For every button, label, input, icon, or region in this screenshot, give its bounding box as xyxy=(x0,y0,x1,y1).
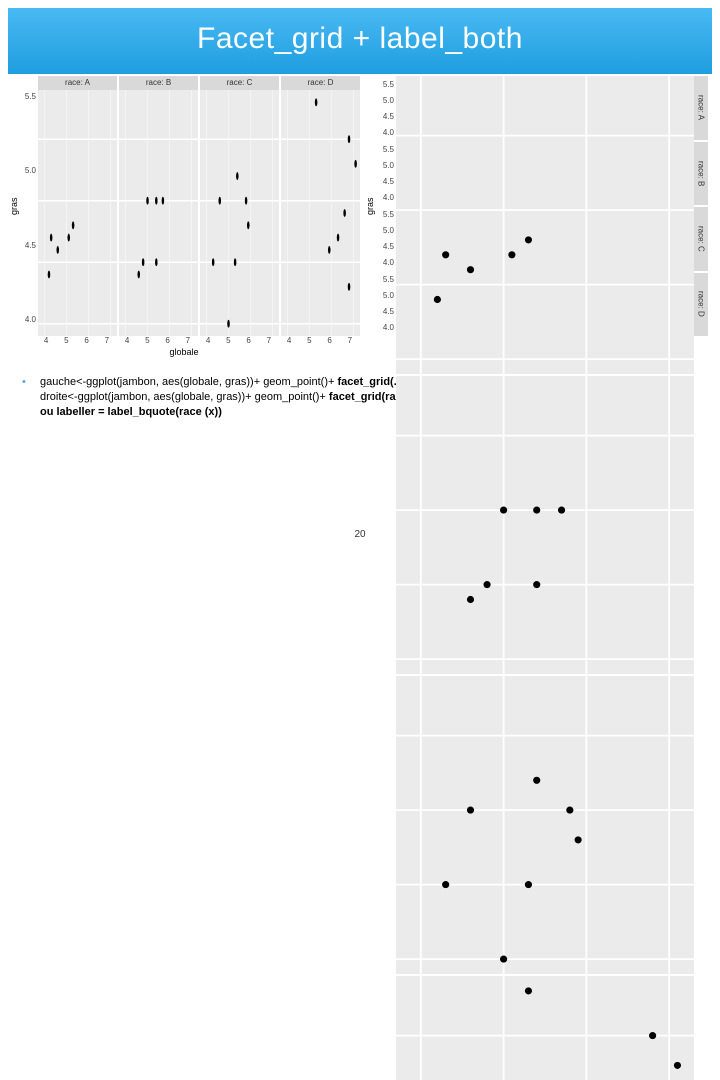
right-plot: gras 5.55.04.54.05.55.04.54.05.55.04.54.… xyxy=(364,76,708,357)
ytick: 5.0 xyxy=(20,166,36,175)
row-strip: race: C xyxy=(694,207,708,273)
ytick: 4.0 xyxy=(20,315,36,324)
left-plot: gras 5.5 5.0 4.5 4.0 race: A race: B rac… xyxy=(8,76,360,357)
left-ylabel: gras xyxy=(8,76,20,336)
right-yticks: 5.55.04.54.05.55.04.54.05.55.04.54.05.55… xyxy=(376,76,396,336)
col-strip: race: A xyxy=(38,76,119,90)
left-xticks: 4567456745674567 xyxy=(36,336,360,345)
code-line: droite<-ggplot(jambon, aes(globale, gras… xyxy=(40,391,329,403)
left-yticks: 5.5 5.0 4.5 4.0 xyxy=(20,76,38,336)
row-strips: race: A race: B race: C race: D xyxy=(694,76,708,336)
row-strip: race: A xyxy=(694,76,708,142)
facet-panel xyxy=(396,376,694,674)
facet-panel xyxy=(281,90,360,336)
right-panels xyxy=(396,76,694,336)
page-number: 20 xyxy=(0,529,720,540)
facet-panel xyxy=(38,90,119,336)
facet-panel xyxy=(396,76,694,374)
row-strip: race: D xyxy=(694,273,708,337)
ytick: 5.5 xyxy=(20,92,36,101)
facet-panel xyxy=(396,676,694,974)
facet-panel xyxy=(119,90,200,336)
facet-panel xyxy=(396,976,694,1080)
bullet-icon: • xyxy=(22,375,26,390)
col-strip: race: D xyxy=(281,76,360,90)
row-strip: race: B xyxy=(694,142,708,208)
right-ylabel: gras xyxy=(364,76,376,336)
code-emph: ou labeller = label_bquote(race (x)) xyxy=(40,406,222,418)
ytick: 4.5 xyxy=(20,241,36,250)
left-xlabel: globale xyxy=(8,345,360,357)
plots-container: gras 5.5 5.0 4.5 4.0 race: A race: B rac… xyxy=(0,76,720,357)
slide-title: Facet_grid + label_both xyxy=(8,8,712,74)
facet-panel xyxy=(200,90,281,336)
col-strip: race: C xyxy=(200,76,281,90)
left-facets: race: A race: B race: C race: D xyxy=(38,76,360,336)
code-line: gauche<-ggplot(jambon, aes(globale, gras… xyxy=(40,376,337,388)
col-strip: race: B xyxy=(119,76,200,90)
